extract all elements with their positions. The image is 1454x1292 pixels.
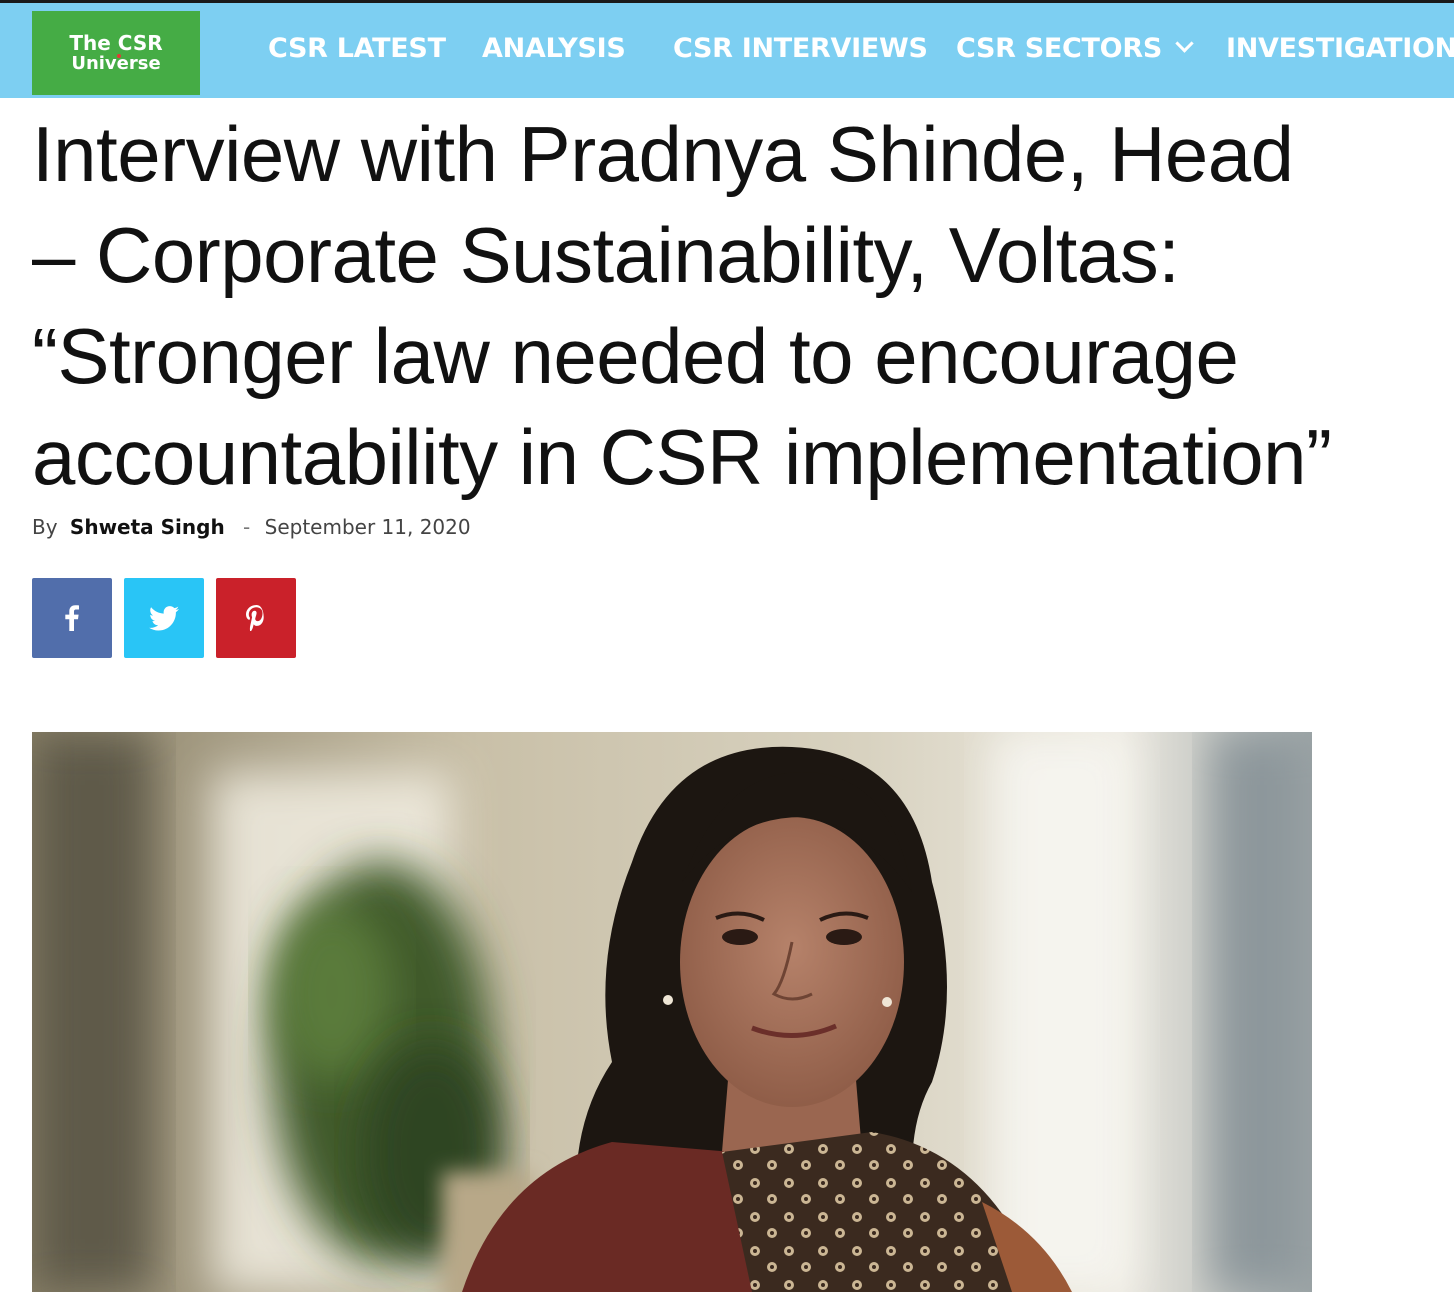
pinterest-icon bbox=[246, 605, 264, 631]
article-title: Interview with Pradnya Shinde, Head – Co… bbox=[32, 104, 1432, 508]
publish-date: September 11, 2020 bbox=[264, 515, 471, 539]
article-meta: By Shweta Singh - September 11, 2020 bbox=[32, 515, 471, 539]
portrait-photo bbox=[32, 732, 1312, 1292]
share-twitter-button[interactable] bbox=[124, 578, 204, 658]
by-label: By bbox=[32, 515, 58, 539]
nav-item-analysis[interactable]: ANALYSIS bbox=[482, 33, 626, 64]
facebook-icon bbox=[65, 605, 79, 631]
title-line-4: accountability in CSR implementation” bbox=[32, 413, 1332, 501]
main-nav: CSR LATEST ANALYSIS CSR INTERVIEWS CSR S… bbox=[0, 3, 1454, 98]
meta-separator: - bbox=[243, 515, 251, 539]
title-line-3: “Stronger law needed to encourage bbox=[32, 312, 1239, 400]
chevron-down-icon bbox=[1175, 34, 1194, 53]
title-line-1: Interview with Pradnya Shinde, Head bbox=[32, 110, 1294, 198]
nav-item-csr-sectors[interactable]: CSR SECTORS bbox=[956, 33, 1194, 64]
site-header: The CSR Universe CSR LATEST ANALYSIS CSR… bbox=[0, 0, 1454, 98]
hero-image bbox=[32, 732, 1312, 1292]
nav-item-investigation[interactable]: INVESTIGATION bbox=[1226, 33, 1454, 64]
share-facebook-button[interactable] bbox=[32, 578, 112, 658]
author-link[interactable]: Shweta Singh bbox=[70, 515, 225, 539]
title-line-2: – Corporate Sustainability, Voltas: bbox=[32, 211, 1180, 299]
nav-item-csr-latest[interactable]: CSR LATEST bbox=[268, 33, 446, 64]
share-pinterest-button[interactable] bbox=[216, 578, 296, 658]
nav-item-csr-interviews[interactable]: CSR INTERVIEWS bbox=[673, 33, 928, 64]
nav-item-csr-sectors-label: CSR SECTORS bbox=[956, 33, 1162, 64]
twitter-icon bbox=[149, 605, 179, 630]
